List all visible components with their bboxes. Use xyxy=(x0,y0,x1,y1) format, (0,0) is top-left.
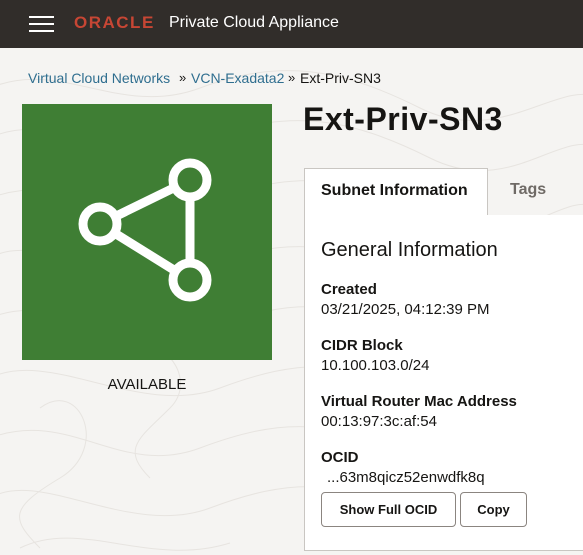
created-label: Created xyxy=(321,281,377,298)
subnet-information-panel: General Information Created 03/21/2025, … xyxy=(304,215,583,551)
tab-subnet-information[interactable]: Subnet Information xyxy=(304,168,488,216)
cidr-block-value: 10.100.103.0/24 xyxy=(321,357,430,374)
show-full-ocid-button[interactable]: Show Full OCID xyxy=(321,492,456,527)
breadcrumb-vcn[interactable]: VCN-Exadata2 xyxy=(191,70,284,86)
breadcrumb-separator-icon: » xyxy=(288,70,296,85)
page-title: Ext-Priv-SN3 xyxy=(303,101,503,137)
tab-bar: Subnet Information Tags xyxy=(304,168,583,216)
tab-tags[interactable]: Tags xyxy=(488,168,583,216)
ocid-value: ...63m8qicz52enwdfk8q xyxy=(327,469,485,486)
oracle-logo[interactable]: ORACLE xyxy=(74,13,155,33)
cidr-block-label: CIDR Block xyxy=(321,337,403,354)
subnet-resource-tile xyxy=(22,104,272,360)
copy-ocid-button[interactable]: Copy xyxy=(460,492,527,527)
product-name: Private Cloud Appliance xyxy=(169,14,339,31)
mac-address-value: 00:13:97:3c:af:54 xyxy=(321,413,437,430)
created-value: 03/21/2025, 04:12:39 PM xyxy=(321,301,490,318)
status-badge: AVAILABLE xyxy=(107,376,187,393)
breadcrumb-vcn-list[interactable]: Virtual Cloud Networks xyxy=(28,70,170,86)
hamburger-menu-icon[interactable] xyxy=(29,16,55,32)
ocid-label: OCID xyxy=(321,449,359,466)
section-title: General Information xyxy=(321,239,498,261)
mac-address-label: Virtual Router Mac Address xyxy=(321,393,517,410)
breadcrumb-separator-icon: » xyxy=(179,70,187,85)
top-navigation-bar: ORACLE Private Cloud Appliance xyxy=(0,0,583,48)
breadcrumb-current: Ext-Priv-SN3 xyxy=(300,70,381,86)
share-network-icon xyxy=(78,158,212,302)
